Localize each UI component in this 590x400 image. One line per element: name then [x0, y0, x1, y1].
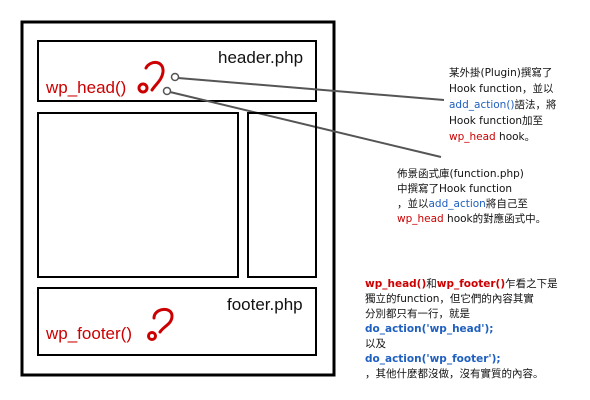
svg-text:Hook function加至: Hook function加至	[449, 115, 543, 127]
svg-text:，並以add_action將自己至: ，並以add_action將自己至	[397, 197, 528, 210]
connector-dot-2	[162, 86, 172, 96]
svg-text:以及: 以及	[365, 338, 386, 350]
svg-text:wp_head()和wp_footer()乍看之下是: wp_head()和wp_footer()乍看之下是	[365, 277, 558, 290]
svg-text:add_action()語法，將: add_action()語法，將	[449, 98, 557, 111]
svg-text:wp_head hook的對應函式中。: wp_head hook的對應函式中。	[397, 212, 546, 225]
explanation-note: wp_head()和wp_footer()乍看之下是 獨立的function，但…	[365, 277, 558, 380]
svg-text:獨立的function，但它們的內容其實: 獨立的function，但它們的內容其實	[365, 292, 534, 305]
svg-text:，其他什麼都沒做，沒有實質的內容。: ，其他什麼都沒做，沒有實質的內容。	[365, 367, 544, 380]
hook-icon-footer	[147, 308, 174, 341]
connector-dot-1	[170, 72, 180, 82]
wp-head-label: wp_head()	[45, 78, 126, 97]
svg-text:中撰寫了Hook function: 中撰寫了Hook function	[397, 182, 512, 195]
connector-plugin	[177, 77, 445, 101]
hook-icon-head	[137, 61, 165, 94]
svg-text:分別都只有一行，就是: 分別都只有一行，就是	[365, 307, 470, 320]
svg-text:佈景函式庫(function.php): 佈景函式庫(function.php)	[397, 167, 524, 180]
svg-text:do_action('wp_footer');: do_action('wp_footer');	[365, 353, 501, 365]
svg-text:wp_head hook。: wp_head hook。	[449, 131, 535, 143]
header-label: header.php	[218, 48, 303, 67]
svg-text:Hook function，並以: Hook function，並以	[449, 82, 554, 95]
svg-text:某外掛(Plugin)撰寫了: 某外掛(Plugin)撰寫了	[449, 66, 552, 79]
content-box	[37, 112, 239, 278]
wp-footer-label: wp_footer()	[45, 324, 132, 343]
footer-label: footer.php	[227, 295, 303, 314]
callout-functions: 佈景函式庫(function.php) 中撰寫了Hook function ，並…	[397, 167, 546, 225]
sidebar-box	[247, 112, 317, 278]
callout-plugin: 某外掛(Plugin)撰寫了 Hook function，並以 add_acti…	[449, 66, 557, 143]
svg-text:do_action('wp_head');: do_action('wp_head');	[365, 323, 494, 335]
wordpress-hook-diagram: header.php wp_head() footer.php wp_foote…	[20, 20, 558, 380]
